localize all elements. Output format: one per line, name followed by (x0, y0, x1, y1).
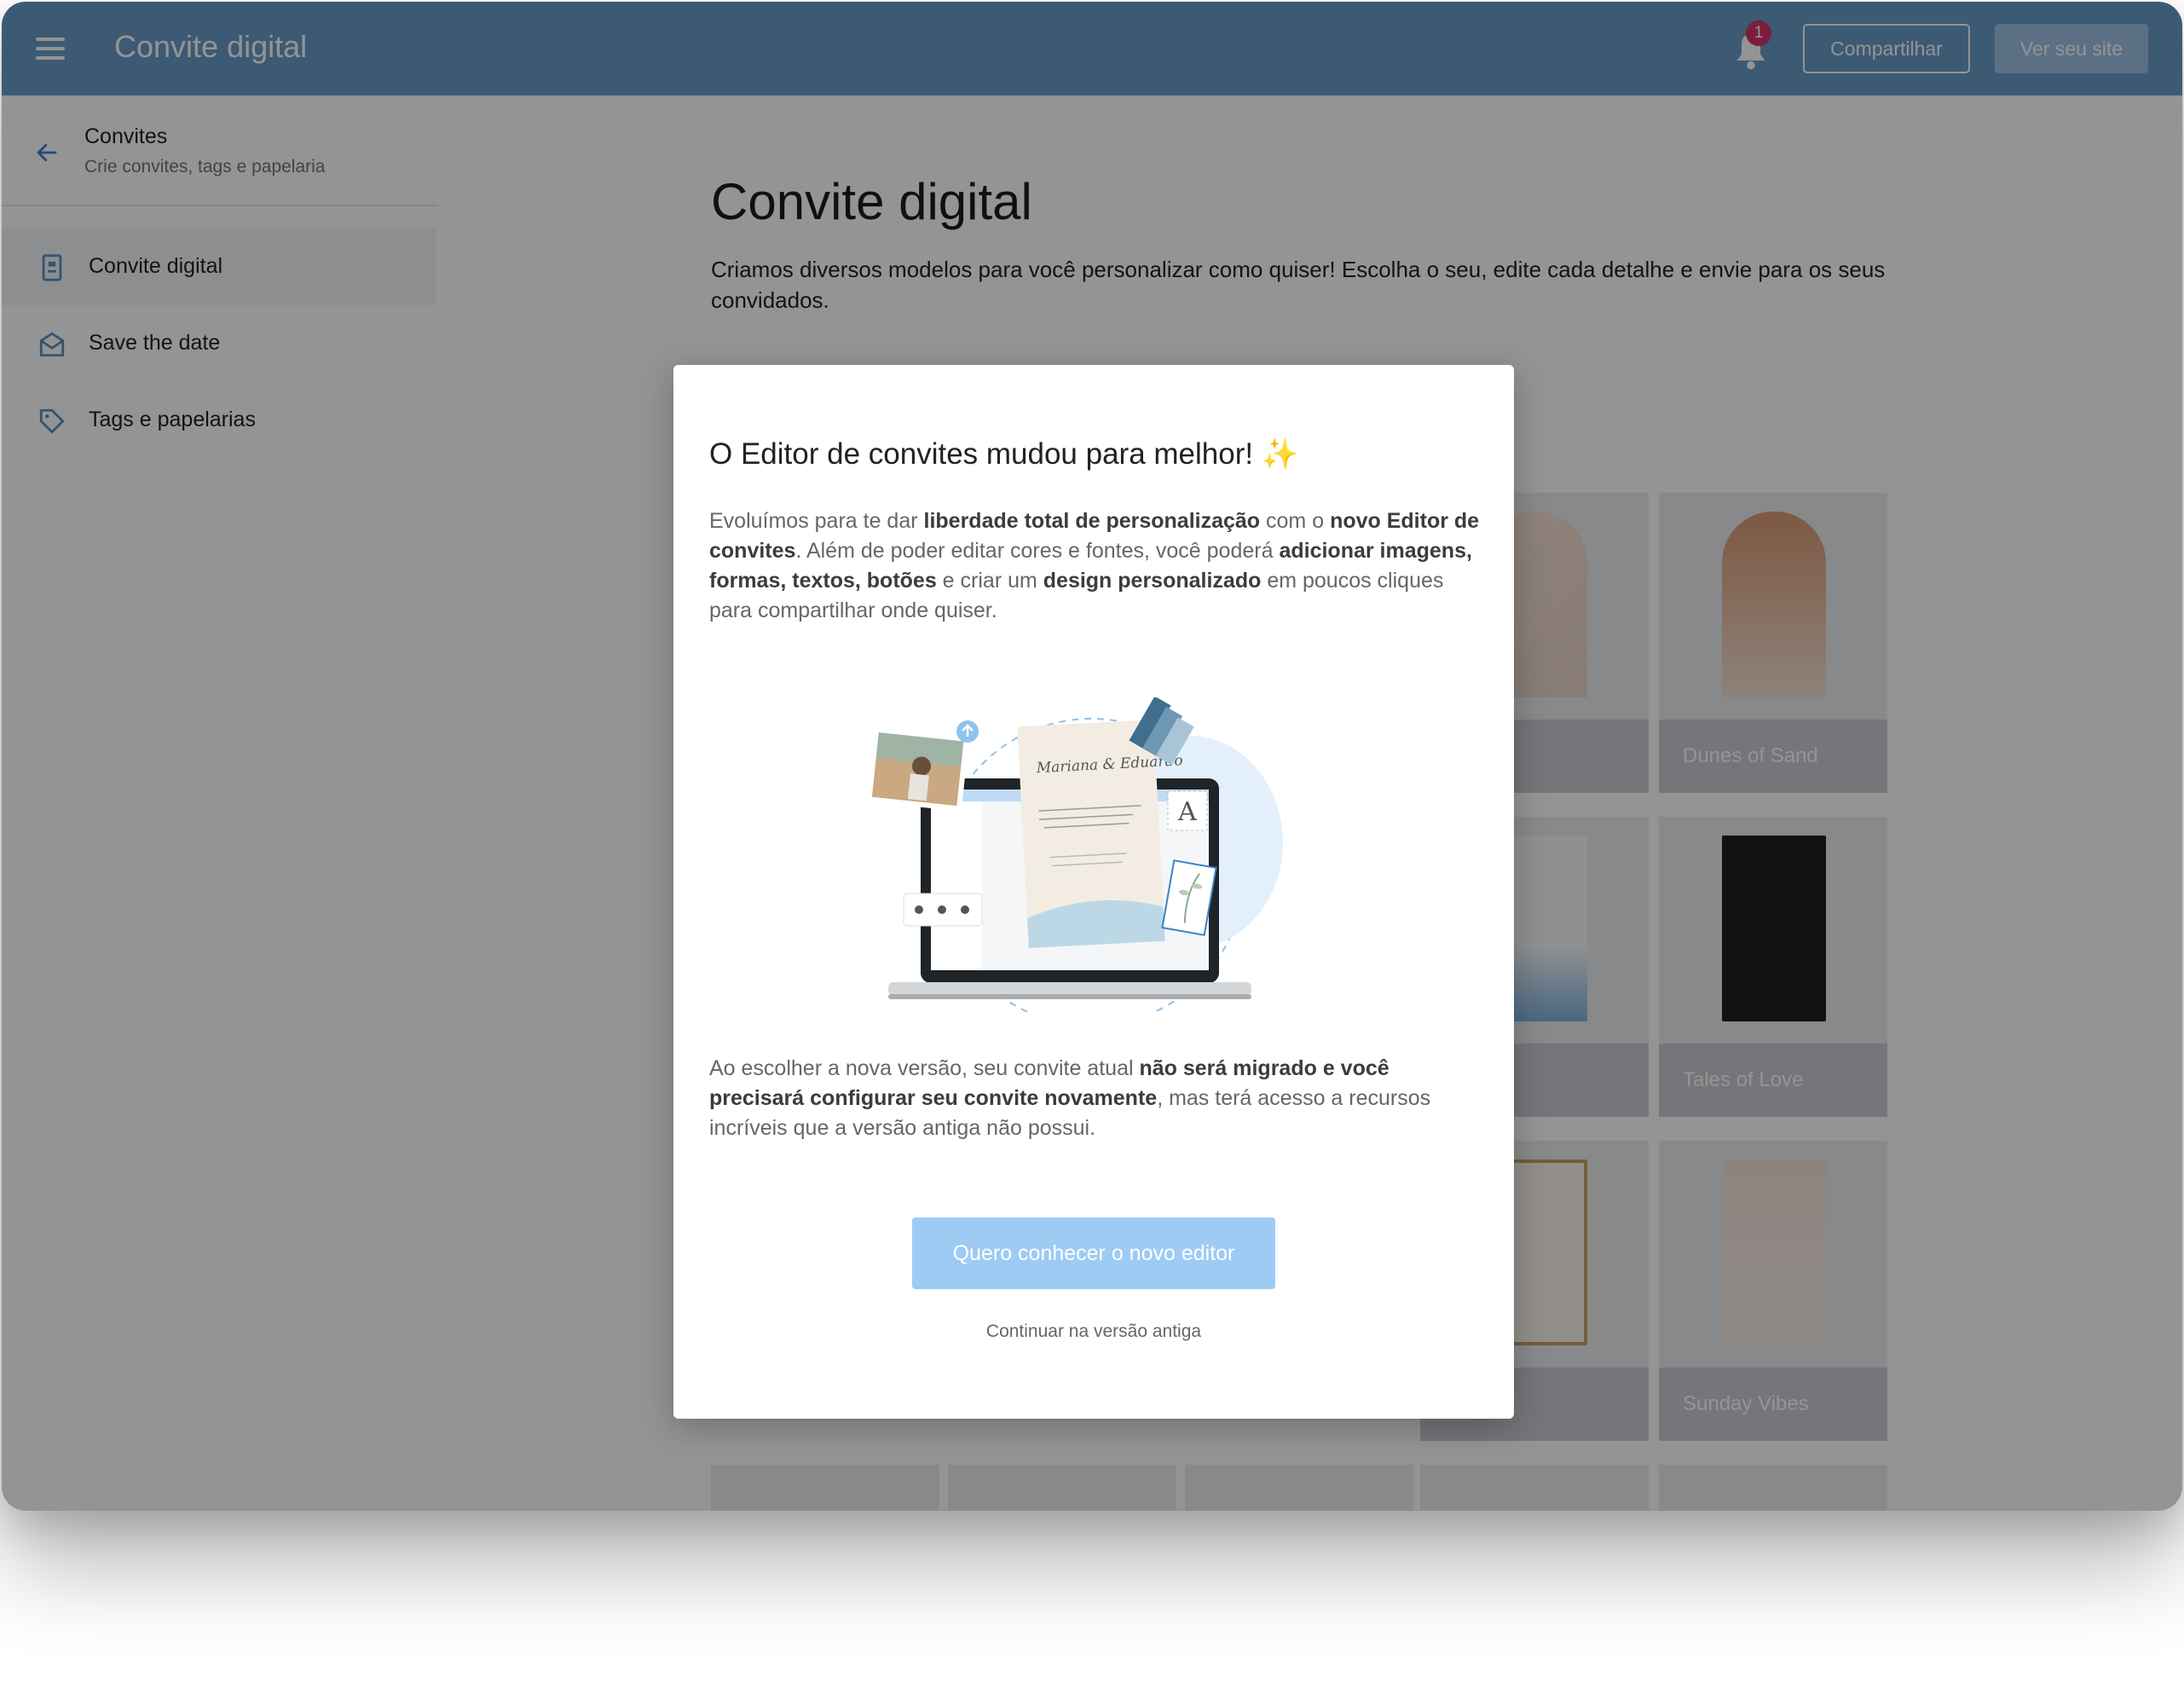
modal-title: O Editor de convites mudou para melhor! … (709, 437, 1299, 471)
modal-intro-text: Evoluímos para te dar liberdade total de… (709, 509, 1480, 622)
modal-warning-text: Ao escolher a nova versão, seu convite a… (709, 1056, 1431, 1140)
app-window: Convite digital 1 Compartilhar Ver seu s… (2, 2, 2182, 1511)
editor-illustration: Mariana & Eduardo A (866, 697, 1283, 1013)
try-new-editor-button[interactable]: Quero conhecer o novo editor (912, 1217, 1275, 1289)
new-editor-modal: O Editor de convites mudou para melhor! … (673, 365, 1514, 1419)
illustration-font-letter: A (1177, 797, 1197, 827)
continue-old-version-link[interactable]: Continuar na versão antiga (673, 1322, 1514, 1342)
